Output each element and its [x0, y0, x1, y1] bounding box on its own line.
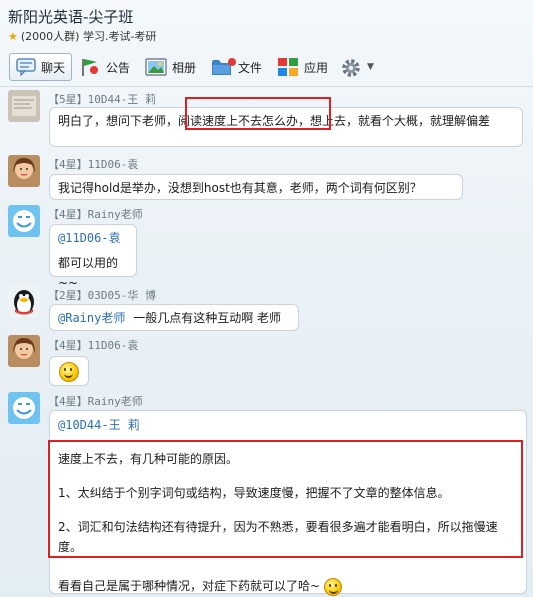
apps-grid-icon: [277, 57, 299, 77]
avatar[interactable]: [8, 285, 40, 317]
sender-name: 【4星】11D06-袁: [48, 158, 139, 171]
gear-icon: [340, 57, 362, 77]
avatar[interactable]: [8, 155, 40, 187]
group-subtitle: ★ (2000人群) 学习.考试-考研: [8, 28, 156, 44]
mention-tag[interactable]: @10D44-王 莉: [58, 415, 518, 435]
settings-button[interactable]: ▼: [340, 53, 374, 81]
tab-chat-label: 聊天: [41, 60, 66, 75]
avatar[interactable]: [8, 335, 40, 367]
sender-name: 【2星】03D05-华 博: [48, 289, 156, 302]
tab-notice[interactable]: 公告: [79, 53, 130, 81]
star-icon: ★: [8, 29, 18, 43]
reply-closing-line: 看看自己是属于哪种情况，对症下药就可以了哈~: [58, 576, 518, 596]
sender-name: 【4星】Rainy老师: [48, 395, 143, 408]
avatar[interactable]: [8, 90, 40, 122]
highlight-box: [185, 97, 331, 130]
message-bubble: 我记得hold是举办，没想到host也有其意，老师，两个词有何区别？: [49, 174, 463, 200]
tab-chat[interactable]: 聊天: [9, 53, 72, 81]
avatar[interactable]: [8, 205, 40, 237]
sender-name: 【4星】Rainy老师: [48, 208, 143, 221]
tab-apps[interactable]: 应用: [277, 53, 328, 81]
chevron-down-icon: ▼: [367, 62, 374, 72]
message-text: 一般几点有这种互动啊 老师: [133, 311, 282, 325]
group-subtitle-text: (2000人群) 学习.考试-考研: [20, 30, 157, 43]
chat-icon: [16, 58, 36, 77]
group-title: 新阳光英语-尖子班: [8, 8, 134, 26]
mention-tag[interactable]: @Rainy老师: [58, 311, 125, 325]
message-bubble: @11D06-袁 都可以用的~~: [49, 224, 137, 290]
group-header: 新阳光英语-尖子班 ★ (2000人群) 学习.考试-考研: [0, 0, 533, 48]
sender-name: 【4星】11D06-袁: [48, 339, 139, 352]
photo-icon: [145, 57, 167, 77]
message-text: 我记得hold是举办，没想到host也有其意，老师，两个词有何区别？: [58, 181, 422, 195]
tab-album-label: 相册: [172, 60, 197, 75]
grin-emoji-icon: [59, 361, 79, 382]
message-text: 看看自己是属于哪种情况，对症下药就可以了哈~: [58, 579, 321, 593]
tab-notice-label: 公告: [106, 60, 131, 75]
toolbar: 聊天 公告 相册 文件 应用 ▼: [0, 48, 533, 87]
tab-files[interactable]: 文件: [211, 53, 262, 81]
folder-icon: [211, 57, 236, 77]
avatar[interactable]: [8, 392, 40, 424]
tab-files-label: 文件: [238, 60, 263, 75]
message-bubble: [49, 356, 89, 386]
sender-name: 【5星】10D44-王 莉: [48, 93, 156, 106]
message-bubble: @Rainy老师 一般几点有这种互动啊 老师: [49, 304, 299, 331]
grin-emoji-icon: [323, 577, 342, 596]
highlight-box: [48, 440, 523, 558]
message-list: 【5星】10D44-王 莉 明白了，想问下老师，阅读速度上不去怎么办，想上去，就…: [0, 87, 533, 597]
mention-tag[interactable]: @11D06-袁: [58, 228, 128, 248]
flag-icon: [79, 57, 101, 77]
tab-apps-label: 应用: [304, 60, 329, 75]
tab-album[interactable]: 相册: [145, 53, 196, 81]
